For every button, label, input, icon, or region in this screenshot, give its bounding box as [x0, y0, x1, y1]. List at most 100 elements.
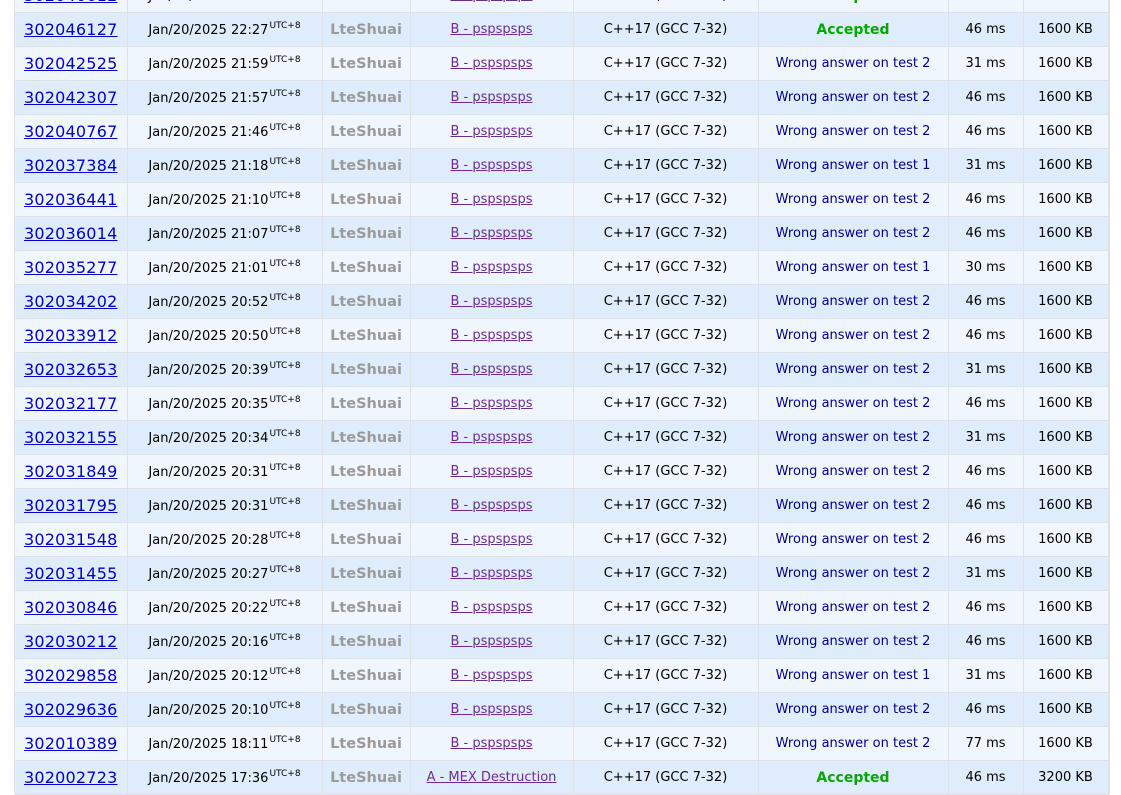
submission-id-link[interactable]: 302031795	[24, 496, 117, 515]
time-consumed-cell: 46 ms	[948, 318, 1024, 353]
author-link[interactable]: LteShuai	[330, 124, 402, 140]
submission-id-link[interactable]: 302030212	[24, 632, 117, 651]
problem-link[interactable]: B - pspspsps	[451, 464, 533, 479]
language-cell: C++17 (GCC 7-32)	[573, 556, 759, 591]
author-link[interactable]: LteShuai	[330, 702, 402, 718]
author-link[interactable]: LteShuai	[330, 158, 402, 174]
time-consumed-cell: 46 ms	[948, 80, 1024, 115]
author-cell: LteShuai	[322, 148, 411, 183]
author-link[interactable]: LteShuai	[330, 600, 402, 616]
submission-id-link[interactable]: 302030846	[24, 598, 117, 617]
problem-link[interactable]: B - pspspsps	[451, 90, 533, 105]
author-link[interactable]: LteShuai	[330, 22, 402, 38]
problem-link[interactable]: B - pspspsps	[451, 498, 533, 513]
submission-id-link[interactable]: 302031548	[24, 530, 117, 549]
submission-id-link[interactable]: 302033912	[24, 326, 117, 345]
problem-link[interactable]: B - pspspsps	[451, 430, 533, 445]
author-link[interactable]: LteShuai	[330, 498, 402, 514]
author-link[interactable]: LteShuai	[330, 0, 402, 4]
problem-link[interactable]: B - pspspsps	[451, 260, 533, 275]
verdict-label: Accepted	[816, 0, 889, 4]
language-cell: C++17 (GCC 7-32)	[573, 420, 759, 455]
submission-id-link[interactable]: 302032155	[24, 428, 117, 447]
problem-link[interactable]: B - pspspsps	[451, 702, 533, 717]
submission-id-link[interactable]: 302031849	[24, 462, 117, 481]
problem-link[interactable]: B - pspspsps	[451, 328, 533, 343]
author-cell: LteShuai	[322, 352, 411, 387]
submission-id-link[interactable]: 302034202	[24, 292, 117, 311]
problem-link[interactable]: B - pspspsps	[451, 0, 533, 3]
problem-link[interactable]: B - pspspsps	[451, 600, 533, 615]
problem-link[interactable]: B - pspspsps	[451, 192, 533, 207]
author-link[interactable]: LteShuai	[330, 532, 402, 548]
submission-id-link[interactable]: 302036441	[24, 190, 117, 209]
author-link[interactable]: LteShuai	[330, 634, 402, 650]
author-link[interactable]: LteShuai	[330, 192, 402, 208]
submission-id-link[interactable]: 302010389	[24, 734, 117, 753]
submission-id-cell: 302030846	[15, 590, 128, 625]
verdict-cell: Wrong answer on test 2	[758, 352, 949, 387]
submission-id-link[interactable]: 302029858	[24, 666, 117, 685]
author-link[interactable]: LteShuai	[330, 90, 402, 106]
submission-id-link[interactable]: 302042307	[24, 88, 117, 107]
memory-consumed-cell: 1600 KB	[1023, 250, 1109, 285]
problem-link[interactable]: B - pspspsps	[451, 294, 533, 309]
submission-id-link[interactable]: 302035277	[24, 258, 117, 277]
submission-id-cell: 302035277	[15, 250, 128, 285]
author-link[interactable]: LteShuai	[330, 226, 402, 242]
submission-id-link[interactable]: 302029636	[24, 700, 117, 719]
timezone-label: UTC+8	[269, 89, 301, 99]
problem-link[interactable]: B - pspspsps	[451, 226, 533, 241]
problem-link[interactable]: B - pspspsps	[451, 668, 533, 683]
submission-id-link[interactable]: 302032177	[24, 394, 117, 413]
author-link[interactable]: LteShuai	[330, 668, 402, 684]
submission-time-cell: Jan/20/2025 20:27UTC+8	[127, 556, 323, 591]
verdict-cell: Accepted	[758, 12, 949, 47]
problem-link[interactable]: B - pspspsps	[451, 634, 533, 649]
language-cell: C++17 (GCC 7-32)	[573, 624, 759, 659]
author-link[interactable]: LteShuai	[330, 260, 402, 276]
table-row: 302034202 Jan/20/2025 20:52UTC+8 LteShuai B…	[15, 284, 1109, 319]
author-link[interactable]: LteShuai	[330, 56, 402, 72]
submission-id-link[interactable]: 302046127	[24, 20, 117, 39]
author-cell: LteShuai	[322, 284, 411, 319]
submission-id-link[interactable]: 302032653	[24, 360, 117, 379]
submission-id-link[interactable]: 302031455	[24, 564, 117, 583]
verdict-cell: Wrong answer on test 1	[758, 148, 949, 183]
problem-link[interactable]: B - pspspsps	[451, 736, 533, 751]
author-link[interactable]: LteShuai	[330, 736, 402, 752]
problem-link[interactable]: B - pspspsps	[451, 22, 533, 37]
submission-date: Jan/20/2025 20:31	[148, 465, 269, 480]
submission-id-link[interactable]: 302036014	[24, 224, 117, 243]
author-cell: LteShuai	[322, 658, 411, 693]
table-row: 302032653 Jan/20/2025 20:39UTC+8 LteShuai B…	[15, 352, 1109, 387]
language-cell: C++17 (GCC 7-32)	[573, 318, 759, 353]
submission-id-link[interactable]: 302046612	[24, 0, 117, 5]
verdict-cell: Wrong answer on test 2	[758, 386, 949, 421]
table-row: 302033912 Jan/20/2025 20:50UTC+8 LteShuai B…	[15, 318, 1109, 353]
problem-link[interactable]: B - pspspsps	[451, 532, 533, 547]
submission-id-link[interactable]: 302037384	[24, 156, 117, 175]
problem-link[interactable]: B - pspspsps	[451, 566, 533, 581]
author-link[interactable]: LteShuai	[330, 294, 402, 310]
problem-link[interactable]: B - pspspsps	[451, 158, 533, 173]
language-cell: C++17 (GCC 7-32)	[573, 386, 759, 421]
author-link[interactable]: LteShuai	[330, 464, 402, 480]
problem-link[interactable]: B - pspspsps	[451, 396, 533, 411]
author-link[interactable]: LteShuai	[330, 328, 402, 344]
submission-id-link[interactable]: 302042525	[24, 54, 117, 73]
verdict-cell: Wrong answer on test 2	[758, 726, 949, 761]
timezone-label: UTC+8	[269, 667, 301, 677]
submission-date: Jan/20/2025 20:52	[148, 295, 269, 310]
submission-time-cell: Jan/20/2025 20:52UTC+8	[127, 284, 323, 319]
problem-link[interactable]: B - pspspsps	[451, 56, 533, 71]
author-link[interactable]: LteShuai	[330, 396, 402, 412]
problem-link[interactable]: B - pspspsps	[451, 124, 533, 139]
submission-id-link[interactable]: 302040767	[24, 122, 117, 141]
author-link[interactable]: LteShuai	[330, 430, 402, 446]
author-link[interactable]: LteShuai	[330, 362, 402, 378]
author-link[interactable]: LteShuai	[330, 566, 402, 582]
timezone-label: UTC+8	[269, 395, 301, 405]
problem-link[interactable]: B - pspspsps	[451, 362, 533, 377]
memory-consumed-cell: 1600 KB	[1023, 182, 1109, 217]
